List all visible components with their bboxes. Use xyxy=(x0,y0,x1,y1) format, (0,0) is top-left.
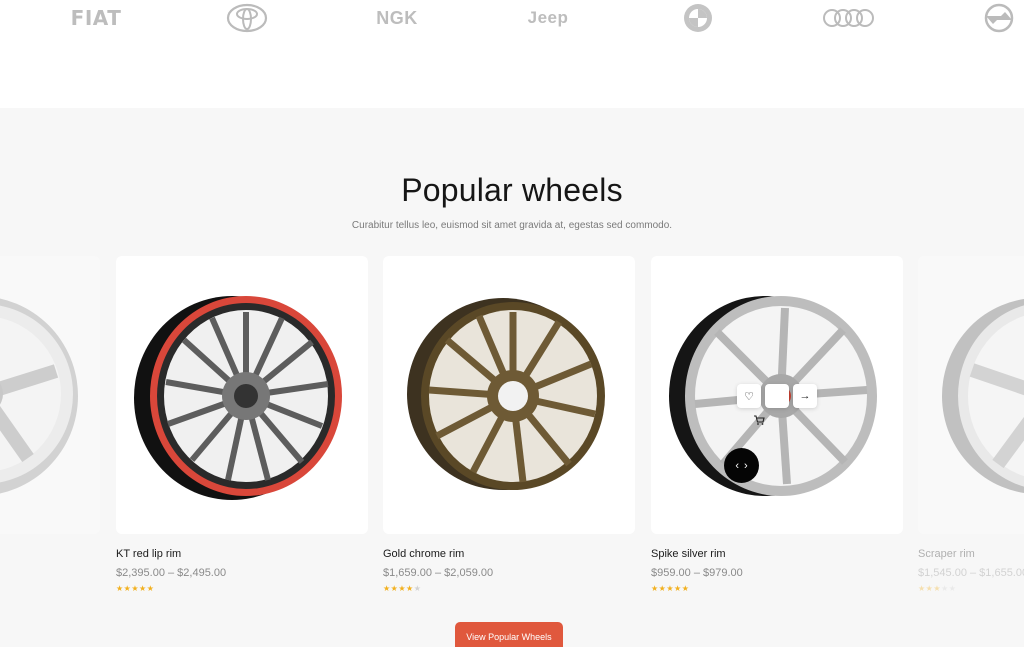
product-rating: ★★★★★ xyxy=(918,584,1024,593)
toyota-logo[interactable] xyxy=(226,2,268,34)
wheel-image xyxy=(0,298,78,494)
opel-icon xyxy=(984,3,1014,33)
product-name[interactable]: Scraper rim xyxy=(918,548,1024,560)
product-price: $1,659.00 – $2,059.00 xyxy=(383,567,494,579)
carousel-nav-control[interactable]: ‹ › xyxy=(724,448,759,483)
wheel-image xyxy=(134,296,342,500)
product-card-partial-left[interactable] xyxy=(0,256,100,534)
product-name[interactable]: Spike silver rim xyxy=(651,548,903,560)
product-rating: ★★★★★ xyxy=(651,584,903,593)
product-card[interactable]: KT red lip rim $2,395.00 – $2,495.00 ★★★… xyxy=(116,256,368,593)
product-card[interactable]: ♡ → Spike silver rim $959.00 – $979.00 ★… xyxy=(651,256,903,593)
opel-logo[interactable] xyxy=(982,2,1016,34)
star-icons-filled: ★★★★★ xyxy=(116,584,155,593)
star-icons-filled: ★★★★★ xyxy=(651,584,690,593)
section-title: Popular wheels xyxy=(401,172,623,208)
wheel-image xyxy=(942,299,1024,493)
star-icons-filled: ★★★ xyxy=(918,584,942,593)
star-icons-empty: ★ xyxy=(413,584,422,593)
cart-icon[interactable] xyxy=(754,384,789,425)
ngk-logo[interactable]: NGK xyxy=(373,2,421,34)
product-card-partial-right[interactable]: Scraper rim $1,545.00 – $1,655.00 ★★★★★ xyxy=(918,256,1024,593)
chevron-left-icon[interactable]: ‹ xyxy=(735,460,739,472)
product-price: $2,395.00 – $2,495.00 xyxy=(116,567,227,579)
cart-glyph xyxy=(754,415,765,425)
view-popular-wheels-button[interactable]: View Popular Wheels xyxy=(455,622,563,647)
arrow-right-icon[interactable]: → xyxy=(793,384,817,408)
star-icons-empty: ★★ xyxy=(941,584,957,593)
jeep-logo[interactable]: Jeep xyxy=(524,2,572,34)
bmw-logo[interactable] xyxy=(682,2,714,34)
wheel-image xyxy=(407,298,605,490)
chevron-right-icon[interactable]: › xyxy=(744,460,748,472)
star-icons-filled: ★★★★ xyxy=(383,584,414,593)
product-name[interactable]: KT red lip rim xyxy=(116,548,368,560)
audi-rings-icon xyxy=(823,9,874,27)
fiat-logo-text: FIAT xyxy=(70,6,122,30)
fiat-logo[interactable]: FIAT xyxy=(71,2,121,34)
product-rating: ★★★★★ xyxy=(116,584,368,593)
product-card[interactable]: Gold chrome rim $1,659.00 – $2,059.00 ★★… xyxy=(383,256,635,593)
bmw-icon xyxy=(684,4,712,32)
heart-icon[interactable]: ♡ xyxy=(737,384,761,408)
brand-logo-strip: FIAT NGK Jeep xyxy=(0,0,1024,108)
product-price: $1,545.00 – $1,655.00 xyxy=(918,567,1024,579)
product-image[interactable] xyxy=(0,256,100,534)
product-image[interactable] xyxy=(918,256,1024,534)
product-name[interactable]: Gold chrome rim xyxy=(383,548,635,560)
toyota-icon xyxy=(226,3,268,33)
product-image[interactable] xyxy=(383,256,635,534)
product-image[interactable] xyxy=(116,256,368,534)
product-rating: ★★★★★ xyxy=(383,584,635,593)
product-price: $959.00 – $979.00 xyxy=(651,567,743,579)
jeep-logo-text: Jeep xyxy=(527,8,569,27)
audi-logo[interactable] xyxy=(822,2,876,34)
product-image[interactable]: ♡ → xyxy=(651,256,903,534)
popular-wheels-section: Popular wheels Curabitur tellus leo, eui… xyxy=(0,108,1024,647)
section-subtitle: Curabitur tellus leo, euismod sit amet g… xyxy=(351,220,673,231)
quick-actions: ♡ → xyxy=(737,384,817,425)
ngk-logo-text: NGK xyxy=(376,7,418,28)
